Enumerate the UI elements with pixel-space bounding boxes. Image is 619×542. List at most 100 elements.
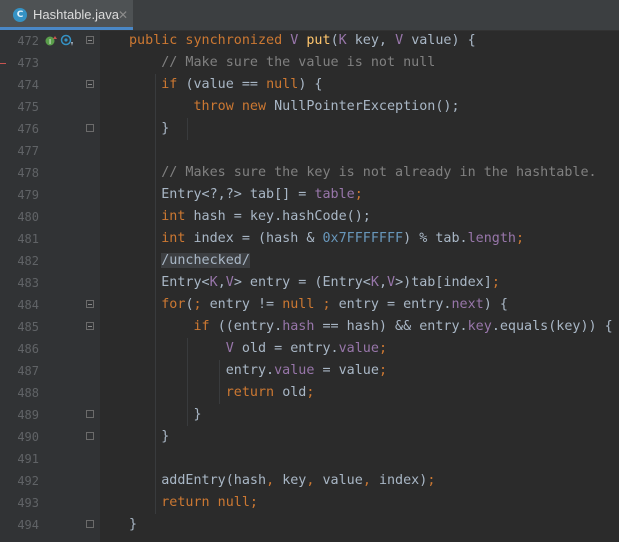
code-token: int	[129, 231, 194, 246]
fold-marker-icon[interactable]	[86, 124, 94, 132]
code-token: ;	[491, 275, 500, 290]
code-token: hash	[282, 319, 315, 334]
code-token: V	[387, 275, 396, 290]
code-text: // Make sure the value is not null	[129, 52, 435, 74]
code-token: (value ==	[185, 77, 267, 92]
code-line[interactable]: 479 Entry<?,?> tab[] = table;	[0, 184, 619, 206]
fold-marker-icon[interactable]	[86, 410, 94, 418]
code-token: ;	[427, 473, 436, 488]
line-number: 483	[17, 276, 39, 290]
code-text: }	[129, 514, 137, 536]
code-line[interactable]: 484 for(; entry != null ; entry = entry.…	[0, 294, 619, 316]
code-token: ((entry.	[217, 319, 283, 334]
fold-marker-icon[interactable]	[86, 520, 94, 528]
code-token: entry = entry.	[338, 297, 452, 312]
fold-marker-icon[interactable]	[86, 300, 94, 308]
line-number: 492	[17, 474, 39, 488]
line-number: 477	[17, 144, 39, 158]
code-line[interactable]: 482 /unchecked/	[0, 250, 619, 272]
code-token: ,	[306, 473, 323, 488]
fold-marker-icon[interactable]	[86, 322, 94, 330]
code-line[interactable]: 480 int hash = key.hashCode();	[0, 206, 619, 228]
code-token: = value	[314, 363, 379, 378]
code-text: public synchronized V put(K key, V value…	[129, 30, 476, 52]
line-number: 475	[17, 100, 39, 114]
line-number: 481	[17, 232, 39, 246]
code-text: for(; entry != null ; entry = entry.next…	[129, 294, 508, 316]
code-text: // Makes sure the key is not already in …	[129, 162, 597, 184]
code-token: ,	[266, 473, 283, 488]
code-token: index)	[378, 473, 428, 488]
code-line[interactable]: 491	[0, 448, 619, 470]
code-line[interactable]: 493 return null;	[0, 492, 619, 514]
code-token: (	[330, 33, 339, 48]
fold-marker-icon[interactable]	[86, 432, 94, 440]
code-line[interactable]: 492 addEntry(hash, key, value, index);	[0, 470, 619, 492]
code-token: K	[338, 33, 355, 48]
tab-hashtable-java[interactable]: C Hashtable.java ✕	[0, 0, 133, 30]
code-text: return null;	[129, 492, 258, 514]
code-token: ,	[378, 275, 387, 290]
code-text: throw new NullPointerException();	[129, 96, 459, 118]
code-text: int index = (hash & 0x7FFFFFFF) % tab.le…	[129, 228, 524, 250]
close-icon[interactable]: ✕	[118, 6, 128, 24]
code-line[interactable]: 477	[0, 140, 619, 162]
code-line[interactable]: 486 V old = entry.value;	[0, 338, 619, 360]
line-number: 488	[17, 386, 39, 400]
code-token: next	[451, 297, 484, 312]
code-line[interactable]: 483 Entry<K,V> entry = (Entry<K,V>)tab[i…	[0, 272, 619, 294]
code-token: value	[338, 341, 379, 356]
fold-marker-icon[interactable]	[86, 80, 94, 88]
code-token: .equals(key)) {	[491, 319, 613, 334]
code-token: /unchecked/	[161, 253, 250, 268]
code-token: ;	[193, 297, 210, 312]
code-line[interactable]: 490 }	[0, 426, 619, 448]
code-token: key	[282, 473, 307, 488]
line-number: 484	[17, 298, 39, 312]
code-line[interactable]: 475 throw new NullPointerException();	[0, 96, 619, 118]
code-text: if ((entry.hash == hash) && entry.key.eq…	[129, 316, 613, 338]
code-text: }	[129, 426, 169, 448]
code-token: ;	[378, 363, 387, 378]
code-text: addEntry(hash, key, value, index);	[129, 470, 435, 492]
line-number: 487	[17, 364, 39, 378]
code-token: }	[129, 429, 170, 444]
code-token: ,	[362, 473, 379, 488]
code-line[interactable]: 476 }	[0, 118, 619, 140]
code-line[interactable]: 489 }	[0, 404, 619, 426]
code-token: put	[306, 33, 331, 48]
code-token: Entry<?,?> tab[] =	[129, 187, 315, 202]
code-line[interactable]: 472 public synchronized V put(K key, V va…	[0, 30, 619, 52]
code-token: ;	[306, 385, 315, 400]
code-line[interactable]: 488 return old;	[0, 382, 619, 404]
code-line[interactable]: 473 // Make sure the value is not null	[0, 52, 619, 74]
code-text: int hash = key.hashCode();	[129, 206, 371, 228]
code-token: ;	[516, 231, 525, 246]
code-text: }	[129, 118, 169, 140]
code-line[interactable]: 474 if (value == null) {	[0, 74, 619, 96]
code-token: 0x7FFFFFFF	[322, 231, 404, 246]
code-line[interactable]: 487 entry.value = value;	[0, 360, 619, 382]
fold-marker-icon[interactable]	[86, 36, 94, 44]
code-token: }	[129, 407, 202, 422]
code-text: }	[129, 404, 202, 426]
code-token: }	[129, 121, 170, 136]
code-line[interactable]: 481 int index = (hash & 0x7FFFFFFF) % ta…	[0, 228, 619, 250]
code-token: V	[395, 33, 412, 48]
line-number: 493	[17, 496, 39, 510]
code-line[interactable]: 494}	[0, 514, 619, 536]
code-line[interactable]: 478 // Makes sure the key is not already…	[0, 162, 619, 184]
code-token: // Makes sure the key is not already in …	[129, 165, 597, 180]
code-text: /unchecked/	[129, 250, 250, 272]
code-token: key,	[354, 33, 396, 48]
line-number: 490	[17, 430, 39, 444]
code-line[interactable]: 485 if ((entry.hash == hash) && entry.ke…	[0, 316, 619, 338]
code-token: index = (hash &	[193, 231, 323, 246]
code-token: int	[129, 209, 194, 224]
code-text: V old = entry.value;	[129, 338, 387, 360]
code-token: ;	[378, 341, 387, 356]
editor-tab-bar: C Hashtable.java ✕	[0, 0, 619, 31]
line-number: 479	[17, 188, 39, 202]
